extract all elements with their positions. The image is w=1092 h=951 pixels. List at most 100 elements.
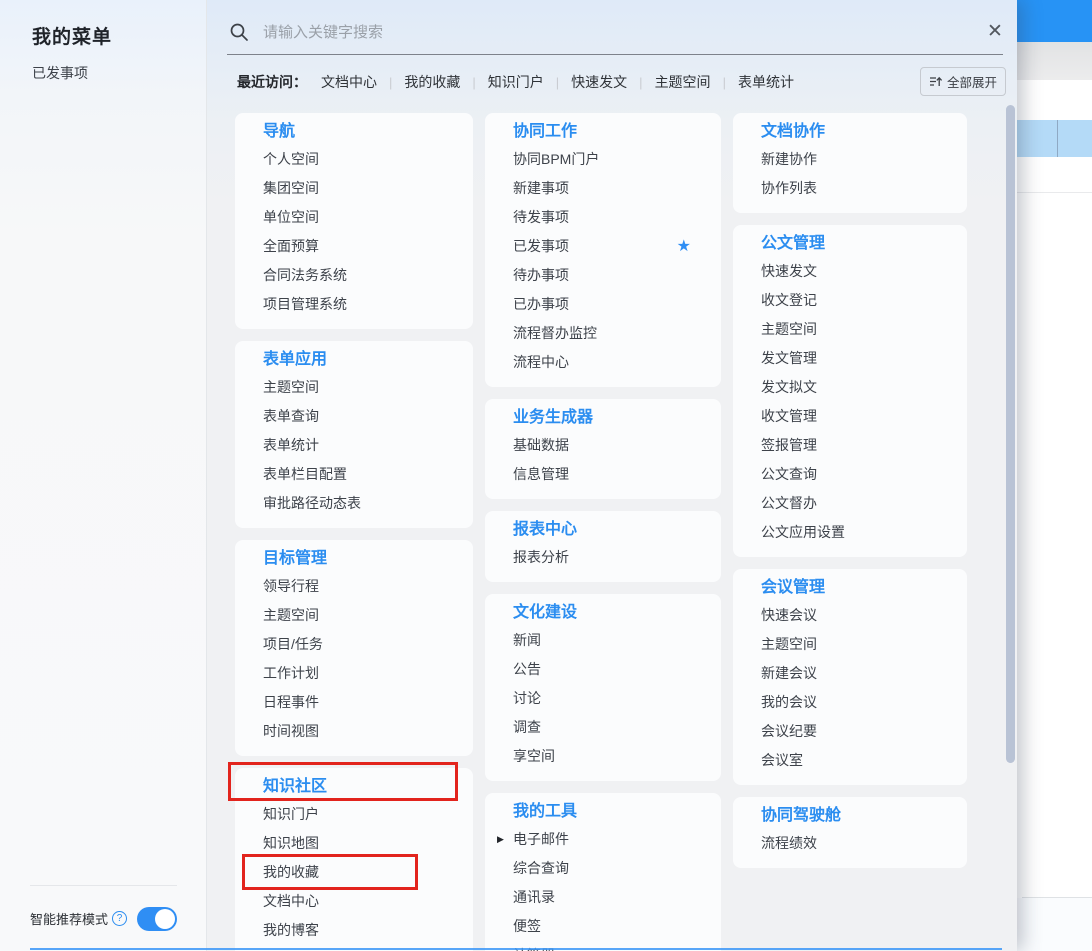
menu-item[interactable]: 表单查询 xyxy=(263,402,457,431)
menu-item[interactable]: 发文拟文 xyxy=(761,373,951,402)
menu-item[interactable]: 单位空间 xyxy=(263,203,457,232)
recent-item[interactable]: 知识门户 xyxy=(488,74,544,90)
menu-group-title[interactable]: 文档协作 xyxy=(761,121,951,143)
menu-item[interactable]: 主题空间 xyxy=(263,601,457,630)
menu-item[interactable]: 知识门户 xyxy=(263,800,457,829)
menu-item[interactable]: 项目管理系统 xyxy=(263,290,457,319)
menu-item[interactable]: 快速会议 xyxy=(761,601,951,630)
menu-item[interactable]: 公文应用设置 xyxy=(761,518,951,547)
smart-mode-toggle[interactable] xyxy=(137,906,177,931)
menu-item[interactable]: 电子邮件 ▶ xyxy=(497,825,705,854)
recent-item[interactable]: 主题空间 xyxy=(655,74,711,90)
menu-item[interactable]: 会议室 xyxy=(761,746,951,775)
menu-item[interactable]: 发文管理 xyxy=(761,344,951,373)
menu-item[interactable]: 文档中心 xyxy=(263,887,457,916)
recent-item[interactable]: 快速发文 xyxy=(571,74,627,90)
background-divider-line xyxy=(1017,192,1092,193)
menu-item[interactable]: 信息管理 xyxy=(513,460,705,489)
menu-group-card: 知识社区知识门户知识地图我的收藏文档中心我的博客RSS订阅 xyxy=(228,762,473,951)
search-icon xyxy=(230,23,248,41)
help-icon[interactable]: ? xyxy=(112,911,128,926)
menu-item[interactable]: 基础数据 xyxy=(513,431,705,460)
search-input[interactable] xyxy=(263,23,863,41)
menu-item[interactable]: 表单栏目配置 xyxy=(263,460,457,489)
menu-item[interactable]: 个人空间 xyxy=(263,145,457,174)
menu-item[interactable]: 领导行程 xyxy=(263,572,457,601)
menu-item[interactable]: 会议纪要 xyxy=(761,717,951,746)
menu-group-title[interactable]: 协同驾驶舱 xyxy=(761,805,951,827)
recent-item[interactable]: 文档中心 xyxy=(321,74,377,90)
expand-all-button[interactable]: 全部展开 xyxy=(920,67,1007,96)
menu-group-title[interactable]: 会议管理 xyxy=(761,577,951,599)
menu-group-card: 协同驾驶舱 流程绩效 xyxy=(733,797,967,868)
menu-item[interactable]: 快速发文 xyxy=(761,257,951,286)
background-highlighted-row xyxy=(1017,120,1092,157)
menu-group-title[interactable]: 导航 xyxy=(263,121,457,143)
menu-item[interactable]: 工作计划 xyxy=(263,659,457,688)
menu-item[interactable]: 流程督办监控 xyxy=(513,319,705,348)
submenu-arrow-icon[interactable]: ▶ xyxy=(497,825,504,854)
menu-group-title[interactable]: 我的工具 xyxy=(513,801,705,823)
menu-item[interactable]: 新建会议 xyxy=(761,659,951,688)
menu-group-title[interactable]: 知识社区 xyxy=(228,762,458,801)
menu-item[interactable]: 主题空间 xyxy=(761,315,951,344)
menu-item[interactable]: 新建协作 xyxy=(761,145,951,174)
menu-item[interactable]: 便签 xyxy=(513,912,705,941)
menu-item[interactable]: 讨论 xyxy=(513,684,705,713)
menu-group-title[interactable]: 公文管理 xyxy=(761,233,951,255)
recent-item[interactable]: 我的收藏 xyxy=(404,74,460,90)
menu-item[interactable]: 公告 xyxy=(513,655,705,684)
menu-item[interactable]: 协同BPM门户 xyxy=(513,145,705,174)
menu-group-title[interactable]: 文化建设 xyxy=(513,602,705,624)
menu-item[interactable]: 待发事项 xyxy=(513,203,705,232)
menu-item[interactable]: 待办事项 xyxy=(513,261,705,290)
screen: 我的菜单 已发事项 智能推荐模式 ? ✕ 最近访问： 文档 xyxy=(0,0,1092,951)
menu-item[interactable]: 时间视图 xyxy=(263,717,457,746)
menu-item[interactable]: 主题空间 xyxy=(263,373,457,402)
menu-item[interactable]: 公文查询 xyxy=(761,460,951,489)
menu-item[interactable]: 项目/任务 xyxy=(263,630,457,659)
menu-item[interactable]: 流程中心 xyxy=(513,348,705,377)
recent-separator: | xyxy=(722,75,726,90)
menu-item[interactable]: 我的会议 xyxy=(761,688,951,717)
menu-item[interactable]: 审批路径动态表 xyxy=(263,489,457,518)
menu-item[interactable]: 我的博客 xyxy=(263,916,457,945)
menu-item[interactable]: 收文登记 xyxy=(761,286,951,315)
menu-item[interactable]: 报表分析 xyxy=(513,543,705,572)
menu-item[interactable]: 收文管理 xyxy=(761,402,951,431)
menu-item[interactable]: 签报管理 xyxy=(761,431,951,460)
menu-item[interactable]: 综合查询 xyxy=(513,854,705,883)
menu-item[interactable]: 表单统计 xyxy=(263,431,457,460)
menu-item[interactable]: 流程绩效 xyxy=(761,829,951,858)
menu-group-title[interactable]: 表单应用 xyxy=(263,349,457,371)
menu-item[interactable]: 通讯录 xyxy=(513,883,705,912)
menu-item[interactable]: 新闻 xyxy=(513,626,705,655)
menu-item[interactable]: 公文督办 xyxy=(761,489,951,518)
menu-group-card: 报表中心 报表分析 xyxy=(485,511,721,582)
menu-item[interactable]: 调查 xyxy=(513,713,705,742)
menu-item[interactable]: 合同法务系统 xyxy=(263,261,457,290)
recent-separator: | xyxy=(472,75,476,90)
menu-item[interactable]: 主题空间 xyxy=(761,630,951,659)
close-icon[interactable]: ✕ xyxy=(983,20,1007,44)
menu-item[interactable]: 协作列表 xyxy=(761,174,951,203)
menu-group-title[interactable]: 报表中心 xyxy=(513,519,705,541)
favorite-star-icon[interactable]: ★ xyxy=(677,232,691,261)
menu-group-title[interactable]: 协同工作 xyxy=(513,121,705,143)
menu-item[interactable]: 享空间 xyxy=(513,742,705,771)
background-row-divider xyxy=(1057,120,1058,157)
menu-item[interactable]: 全面预算 xyxy=(263,232,457,261)
menu-item[interactable]: 已发事项 ★ xyxy=(513,232,705,261)
sidebar-item-sent-items[interactable]: 已发事项 xyxy=(32,63,88,83)
menu-item[interactable]: 已办事项 xyxy=(513,290,705,319)
background-area xyxy=(1017,898,1092,951)
recent-item[interactable]: 表单统计 xyxy=(738,74,794,90)
menu-group-card: 目标管理 领导行程 主题空间 项目/任务 工作计划 日程事件 时间视图 xyxy=(235,540,473,756)
menu-group-title[interactable]: 业务生成器 xyxy=(513,407,705,429)
menu-item[interactable]: 我的收藏 xyxy=(242,854,457,890)
menu-item[interactable]: 集团空间 xyxy=(263,174,457,203)
menu-item[interactable]: 日程事件 xyxy=(263,688,457,717)
menu-group-title[interactable]: 目标管理 xyxy=(263,548,457,570)
menu-item[interactable]: 新建事项 xyxy=(513,174,705,203)
modal-scrollbar-thumb[interactable] xyxy=(1006,105,1015,763)
